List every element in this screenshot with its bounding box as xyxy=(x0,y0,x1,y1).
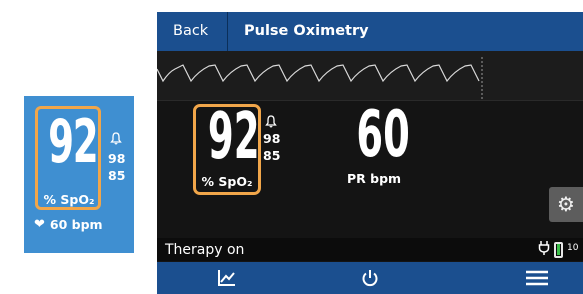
power-icon xyxy=(362,270,378,287)
pleth-waveform-graphic xyxy=(157,57,483,99)
therapy-status: Therapy on xyxy=(165,242,245,258)
tile-spo2-value: 92 xyxy=(48,107,99,177)
spo2-tile[interactable]: 92 % SpO₂ 98 85 ❤ 60 bpm xyxy=(24,96,134,253)
menu-icon xyxy=(526,270,548,286)
tile-pulse-rate-value: 60 bpm xyxy=(49,217,103,232)
battery-icon xyxy=(554,242,563,258)
page-title: Pulse Oximetry xyxy=(244,23,369,39)
plug-icon xyxy=(538,240,550,261)
bell-icon xyxy=(265,115,277,131)
bottom-nav xyxy=(157,262,583,294)
gear-icon: ⚙ xyxy=(557,192,575,216)
tile-spo2-unit: % SpO₂ xyxy=(43,192,95,207)
alarm-low: 85 xyxy=(263,148,281,163)
settings-button[interactable]: ⚙ xyxy=(549,187,583,222)
tile-alarm-high: 98 xyxy=(108,151,126,166)
pulse-rate-value: 60 xyxy=(356,98,410,172)
pleth-waveform xyxy=(157,51,583,101)
trend-button[interactable] xyxy=(197,262,257,294)
header-bar: Back Pulse Oximetry xyxy=(157,12,583,51)
tile-alarm-low: 85 xyxy=(108,168,126,183)
battery-text: 10 xyxy=(567,243,579,253)
trend-chart-icon xyxy=(218,270,235,286)
menu-button[interactable] xyxy=(507,262,567,294)
spo2-unit: % SpO₂ xyxy=(201,174,253,189)
heart-icon: ❤ xyxy=(34,217,45,232)
bell-icon xyxy=(110,132,122,148)
spo2-value: 92 xyxy=(207,100,260,174)
screen: 92 % SpO₂ 98 85 ❤ 60 bpm Back Pulse Oxim… xyxy=(0,0,583,294)
power-button[interactable] xyxy=(340,262,400,294)
tile-pulse-rate: ❤ 60 bpm xyxy=(34,217,103,232)
device-screen: Back Pulse Oximetry 92 % SpO₂ 98 85 60 P… xyxy=(157,12,583,294)
pulse-rate-unit: PR bpm xyxy=(347,171,402,186)
status-bar: Therapy on 10 xyxy=(157,238,583,261)
battery-level xyxy=(557,244,560,255)
alarm-high: 98 xyxy=(263,131,281,146)
back-button[interactable]: Back xyxy=(157,12,228,51)
